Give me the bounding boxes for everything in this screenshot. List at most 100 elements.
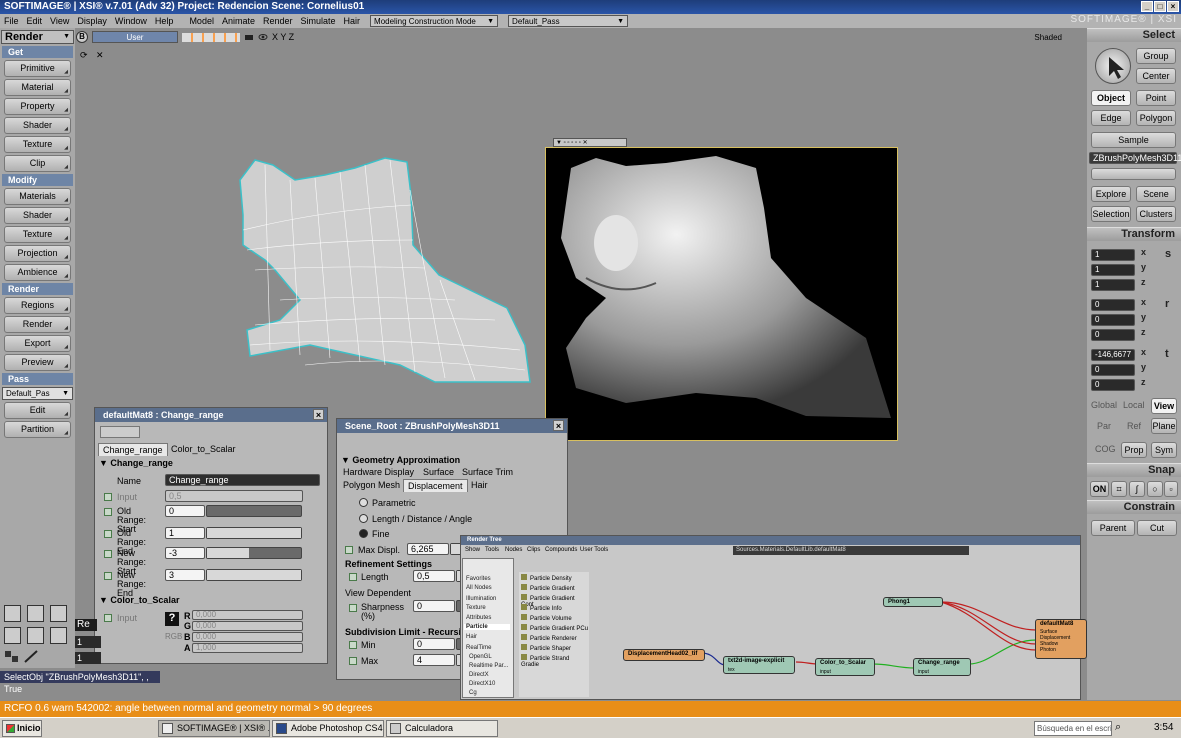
channel-b-field[interactable]: 0,000 bbox=[192, 632, 303, 642]
tab-change-range[interactable]: Change_range bbox=[98, 443, 168, 456]
rotate-z-field[interactable]: 0 bbox=[1091, 329, 1135, 341]
menu-hair[interactable]: Hair bbox=[340, 16, 365, 26]
menu-render[interactable]: Render bbox=[259, 16, 297, 26]
axis-y-label[interactable]: y bbox=[1141, 262, 1146, 272]
max-field[interactable]: 4 bbox=[413, 654, 455, 666]
old-start-checkbox[interactable] bbox=[104, 508, 112, 516]
sym-button[interactable]: Sym bbox=[1151, 442, 1177, 458]
category-realtime[interactable]: RealTime bbox=[466, 645, 491, 651]
ref-button[interactable]: Ref bbox=[1127, 421, 1141, 431]
rotate-y-field[interactable]: 0 bbox=[1091, 314, 1135, 326]
tab-displacement[interactable]: Displacement bbox=[403, 479, 468, 492]
materials-button[interactable]: Materials bbox=[4, 188, 71, 205]
old-end-checkbox[interactable] bbox=[104, 530, 112, 538]
new-start-field[interactable]: -3 bbox=[165, 547, 205, 559]
category-directx[interactable]: DirectX bbox=[469, 672, 489, 678]
rt-menu-nodes[interactable]: Nodes bbox=[505, 547, 522, 553]
new-start-checkbox[interactable] bbox=[104, 550, 112, 558]
menu-window[interactable]: Window bbox=[111, 16, 151, 26]
category-realtime-par[interactable]: Realtime Par... bbox=[469, 663, 508, 669]
command-line[interactable]: SelectObj "ZBrushPolyMesh3D11", , True bbox=[0, 671, 160, 694]
polygon-button[interactable]: Polygon bbox=[1136, 110, 1176, 126]
node-item[interactable]: Particle Strand Gradie bbox=[521, 654, 589, 668]
par-button[interactable]: Par bbox=[1097, 421, 1111, 431]
layout-icon[interactable] bbox=[27, 605, 44, 622]
render-region-toolbar[interactable]: ▼ ▫ ▫ ▫ ▫ ▫ ✕ bbox=[553, 138, 627, 147]
task-photoshop[interactable]: Adobe Photoshop CS4 - ... bbox=[272, 720, 384, 737]
projection-button[interactable]: Projection bbox=[4, 245, 71, 262]
navigation-arrows[interactable] bbox=[100, 426, 140, 438]
regions-button[interactable]: Regions bbox=[4, 297, 71, 314]
close-icon[interactable]: × bbox=[553, 420, 564, 431]
camera-icon[interactable] bbox=[244, 32, 254, 42]
cog-button[interactable]: COG bbox=[1095, 444, 1116, 454]
image-node[interactable]: DisplacementHead02_tif bbox=[623, 649, 705, 661]
translate-label[interactable]: t bbox=[1165, 348, 1169, 360]
sharpness-field[interactable]: 0 bbox=[413, 600, 455, 612]
old-start-field[interactable]: 0 bbox=[165, 505, 205, 517]
camera-dropdown[interactable]: User bbox=[92, 31, 178, 43]
pass-select[interactable]: Default_Pas ▼ bbox=[2, 387, 73, 400]
rt-menu-tools[interactable]: Tools bbox=[485, 547, 499, 553]
primitive-button[interactable]: Primitive bbox=[4, 60, 71, 77]
edge-button[interactable]: Edge bbox=[1091, 110, 1131, 126]
axis-z-label[interactable]: z bbox=[1141, 327, 1146, 337]
menu-view[interactable]: View bbox=[46, 16, 73, 26]
shading-mode[interactable]: Shaded bbox=[1034, 33, 1062, 42]
parametric-radio[interactable] bbox=[359, 498, 368, 507]
selection-name-field[interactable]: ZBrushPolyMesh3D11 bbox=[1089, 152, 1181, 164]
rotate-label[interactable]: r bbox=[1165, 298, 1169, 310]
scene-button[interactable]: Scene bbox=[1136, 186, 1176, 202]
category-texture[interactable]: Texture bbox=[466, 605, 486, 611]
axis-z-label[interactable]: z bbox=[1141, 277, 1146, 287]
axis-x-label[interactable]: x bbox=[1141, 247, 1146, 257]
layout-icon[interactable] bbox=[4, 605, 21, 622]
brush-icon[interactable] bbox=[23, 650, 39, 663]
ambience-button[interactable]: Ambience bbox=[4, 264, 71, 281]
axis-z-label[interactable]: z bbox=[1141, 377, 1146, 387]
partition-button[interactable]: Partition bbox=[4, 421, 71, 438]
render-button[interactable]: Render bbox=[4, 316, 71, 333]
scale-y-field[interactable]: 1 bbox=[1091, 264, 1135, 276]
axis-x-label[interactable]: x bbox=[1141, 297, 1146, 307]
min-field[interactable]: 0 bbox=[413, 638, 455, 650]
pass-dropdown[interactable]: Default_Pass ▼ bbox=[508, 15, 629, 27]
menu-file[interactable]: File bbox=[0, 16, 23, 26]
menu-animate[interactable]: Animate bbox=[218, 16, 259, 26]
frame-start-field[interactable]: 1 bbox=[75, 636, 101, 648]
center-button[interactable]: Center bbox=[1136, 68, 1176, 84]
modify-shader-button[interactable]: Shader bbox=[4, 207, 71, 224]
close-icon[interactable]: ✕ bbox=[96, 50, 104, 61]
object-button[interactable]: Object bbox=[1091, 90, 1131, 106]
channel-g-field[interactable]: 0,000 bbox=[192, 621, 303, 631]
phong-node[interactable]: Phong1 bbox=[883, 597, 943, 607]
sharpness-checkbox[interactable] bbox=[349, 604, 357, 612]
export-button[interactable]: Export bbox=[4, 335, 71, 352]
min-checkbox[interactable] bbox=[349, 641, 357, 649]
max-checkbox[interactable] bbox=[349, 657, 357, 665]
maximize-button[interactable]: □ bbox=[1154, 1, 1166, 12]
color-to-scalar-node[interactable]: Color_to_Scalar input bbox=[815, 658, 875, 676]
txt2d-node[interactable]: txt2d-image-explicit tex bbox=[723, 656, 795, 674]
menu-display[interactable]: Display bbox=[73, 16, 111, 26]
old-start-slider[interactable] bbox=[206, 505, 302, 517]
new-end-checkbox[interactable] bbox=[104, 572, 112, 580]
rt-menu-compounds[interactable]: Compounds bbox=[545, 547, 577, 553]
task-softimage[interactable]: SOFTIMAGE® | XSI® ... bbox=[158, 720, 270, 737]
new-end-slider[interactable] bbox=[206, 569, 302, 581]
render-tree-path[interactable]: Sources.Materials.DefaultLib.defaultMat8 bbox=[733, 546, 969, 555]
fine-radio[interactable] bbox=[359, 529, 368, 538]
global-button[interactable]: Global bbox=[1091, 400, 1117, 410]
module-dropdown[interactable]: Render ▼ bbox=[1, 30, 74, 44]
rotate-x-field[interactable]: 0 bbox=[1091, 299, 1135, 311]
cut-button[interactable]: Cut bbox=[1137, 520, 1177, 536]
node-item[interactable]: Particle Renderer bbox=[521, 634, 577, 642]
texture-button[interactable]: Texture bbox=[4, 136, 71, 153]
name-field[interactable]: Change_range bbox=[165, 474, 320, 486]
category-opengl[interactable]: OpenGL bbox=[469, 654, 492, 660]
pass-edit-button[interactable]: Edit bbox=[4, 402, 71, 419]
snap-grid-icon[interactable]: ⌗ bbox=[1111, 481, 1127, 497]
length-field[interactable]: 0,5 bbox=[413, 570, 455, 582]
category-directx10[interactable]: DirectX10 bbox=[469, 681, 495, 687]
axis-x-label[interactable]: x bbox=[1141, 347, 1146, 357]
